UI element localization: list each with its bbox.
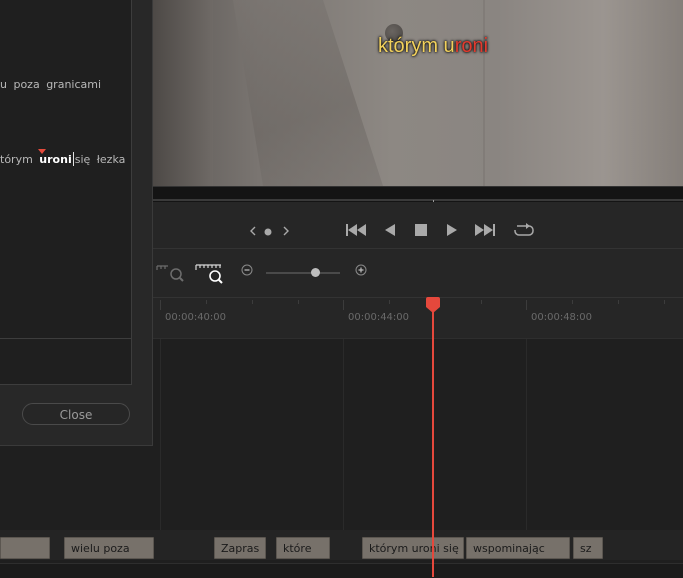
subtitle-text-area-lower xyxy=(0,339,132,385)
ruler-tick xyxy=(206,300,207,304)
video-subtitle: którym uroni xyxy=(378,35,488,58)
ruler-tick xyxy=(252,300,253,304)
grid-line xyxy=(343,339,344,530)
stop-icon[interactable] xyxy=(415,224,427,236)
zoom-to-fit-icon[interactable] xyxy=(156,263,184,287)
ruler-tick xyxy=(664,300,665,304)
timecode-ruler[interactable]: 00:00:40:00 00:00:44:00 00:00:48:00 xyxy=(153,298,683,339)
subtitle-clip[interactable]: sz xyxy=(573,537,603,559)
timecode-label: 00:00:48:00 xyxy=(531,312,593,323)
subtitle-clip[interactable]: wielu poza xyxy=(64,537,154,559)
scrub-track xyxy=(153,199,683,201)
skip-back-icon[interactable] xyxy=(346,223,366,237)
grid-line xyxy=(160,339,161,530)
line2-prefix: tórym xyxy=(0,153,33,166)
timecode-label: 00:00:40:00 xyxy=(165,312,227,323)
ruler-tick xyxy=(343,300,344,310)
zoom-slider-track[interactable] xyxy=(266,272,340,274)
close-button[interactable]: Close xyxy=(22,403,130,425)
ruler-tick xyxy=(526,300,527,310)
subtitle-line-1: u poza granicami xyxy=(0,78,102,91)
play-reverse-icon[interactable] xyxy=(385,224,395,236)
timeline-zoom-bar xyxy=(153,249,683,298)
ruler-tick xyxy=(160,300,161,310)
subtitle-clip[interactable]: Zapras xyxy=(214,537,266,559)
video-frame-lapel xyxy=(233,0,383,186)
transport-controls xyxy=(153,202,683,249)
highlighted-word: uroni xyxy=(39,153,72,166)
track-divider xyxy=(0,563,683,578)
zoom-detail-icon[interactable] xyxy=(195,262,225,288)
subtitle-upcoming: roni xyxy=(454,35,489,57)
subtitle-text-area[interactable]: u poza granicami tórym uroni się łezka xyxy=(0,0,132,339)
zoom-out-button[interactable] xyxy=(241,264,253,279)
video-frame-seam xyxy=(483,0,485,186)
dot-icon[interactable] xyxy=(264,228,272,236)
next-frame-icon[interactable] xyxy=(282,226,290,236)
grid-line xyxy=(526,339,527,530)
subtitle-clip[interactable]: którym uroni się xyxy=(362,537,464,559)
timecode-label: 00:00:44:00 xyxy=(348,312,410,323)
loop-icon[interactable] xyxy=(513,222,535,238)
playhead-tip xyxy=(426,307,440,313)
video-viewer[interactable]: którym uroni xyxy=(153,0,683,186)
ruler-tick xyxy=(481,300,482,304)
subtitle-spoken: którym u xyxy=(378,35,455,57)
playhead-handle[interactable] xyxy=(426,297,440,307)
zoom-slider-knob[interactable] xyxy=(311,268,320,277)
ruler-tick xyxy=(298,300,299,304)
prev-frame-icon[interactable] xyxy=(249,226,257,236)
zoom-in-button[interactable] xyxy=(355,264,367,279)
skip-forward-icon[interactable] xyxy=(475,223,495,237)
text-cursor xyxy=(72,152,74,166)
ruler-tick xyxy=(389,300,390,304)
subtitle-clip[interactable]: które xyxy=(276,537,330,559)
play-icon[interactable] xyxy=(447,224,457,236)
ruler-tick xyxy=(572,300,573,304)
playhead-line[interactable] xyxy=(432,300,434,577)
line2-suffix: się łezka xyxy=(74,153,126,166)
subtitle-clip[interactable] xyxy=(0,537,50,559)
video-frame-shade xyxy=(153,0,213,186)
subtitle-clip[interactable]: wspominając xyxy=(466,537,570,559)
subtitle-line-2: tórym uroni się łezka xyxy=(0,152,125,166)
ruler-tick xyxy=(618,300,619,304)
